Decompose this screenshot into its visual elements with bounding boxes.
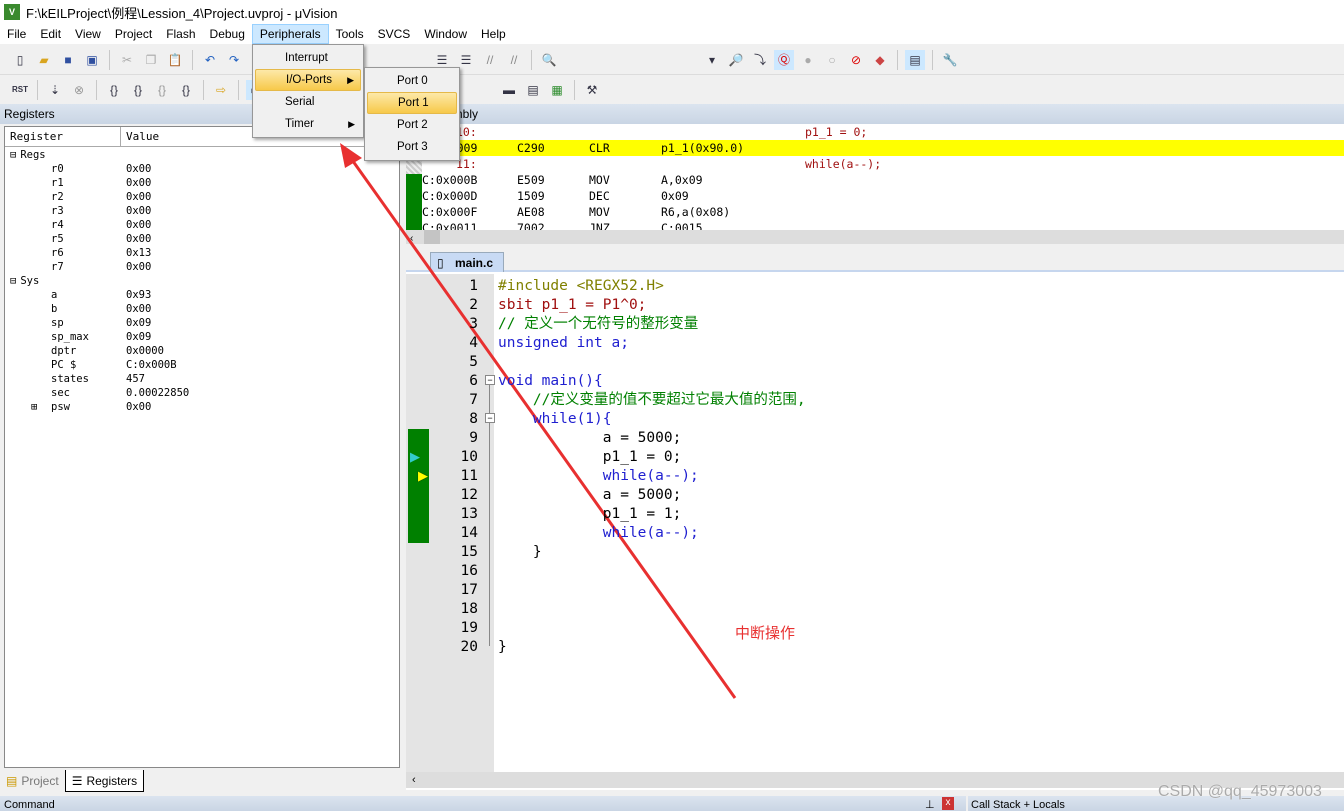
code-line[interactable]: 1 #include <REGX52.H> bbox=[406, 277, 1344, 296]
code-line[interactable]: 2 sbit p1_1 = P1^0; bbox=[406, 296, 1344, 315]
code-line[interactable]: 13 p1_1 = 1; bbox=[406, 505, 1344, 524]
code-line[interactable]: 19 bbox=[406, 619, 1344, 638]
code-text: // 定义一个无符号的整形变量 bbox=[498, 316, 699, 332]
code-text: unsigned int a; bbox=[498, 335, 629, 351]
line-number: 8 bbox=[469, 411, 478, 427]
code-line[interactable]: 7 //定义变量的值不要超过它最大值的范围, bbox=[406, 391, 1344, 410]
menu-item-port-0[interactable]: Port 0 bbox=[367, 70, 457, 92]
line-number: 1 bbox=[469, 278, 478, 294]
code-line[interactable]: 18 bbox=[406, 600, 1344, 619]
menu-item-port-1[interactable]: Port 1 bbox=[367, 92, 457, 114]
code-text: while(1){ bbox=[498, 411, 612, 427]
code-text: } bbox=[498, 544, 542, 560]
code-text: #include <REGX52.H> bbox=[498, 278, 664, 294]
code-line[interactable]: 15 } bbox=[406, 543, 1344, 562]
code-line[interactable]: 4 unsigned int a; bbox=[406, 334, 1344, 353]
submenu-arrow-icon: ▶ bbox=[348, 119, 355, 129]
menu-item-port-2[interactable]: Port 2 bbox=[367, 114, 457, 136]
code-text: sbit p1_1 = P1^0; bbox=[498, 297, 647, 313]
code-text: void main(){ bbox=[498, 373, 603, 389]
line-number: 15 bbox=[460, 544, 478, 560]
line-number: 13 bbox=[460, 506, 478, 522]
menu-item-interrupt[interactable]: Interrupt bbox=[255, 47, 361, 69]
line-number: 18 bbox=[460, 601, 478, 617]
code-line[interactable]: 6 void main(){ bbox=[406, 372, 1344, 391]
code-text: while(a--); bbox=[498, 525, 699, 541]
menu-item-port-3[interactable]: Port 3 bbox=[367, 136, 457, 158]
code-line[interactable]: 20} bbox=[406, 638, 1344, 657]
code-text: p1_1 = 0; bbox=[498, 449, 682, 465]
menu-item-io-ports[interactable]: I/O-Ports ▶ bbox=[255, 69, 361, 91]
line-number: 20 bbox=[460, 639, 478, 655]
peripherals-menu: Interrupt I/O-Ports ▶ Serial Timer ▶ bbox=[252, 44, 364, 138]
line-number: 4 bbox=[469, 335, 478, 351]
line-number: 5 bbox=[469, 354, 478, 370]
line-number: 11 bbox=[460, 468, 478, 484]
code-line[interactable]: 16 bbox=[406, 562, 1344, 581]
line-number: 7 bbox=[469, 392, 478, 408]
code-line[interactable]: 10 p1_1 = 0; bbox=[406, 448, 1344, 467]
line-number: 2 bbox=[469, 297, 478, 313]
line-number: 9 bbox=[469, 430, 478, 446]
io-ports-submenu: Port 0 Port 1 Port 2 Port 3 bbox=[364, 67, 460, 161]
code-line[interactable]: 14 while(a--); bbox=[406, 524, 1344, 543]
menu-item-timer[interactable]: Timer ▶ bbox=[255, 113, 361, 135]
line-number: 3 bbox=[469, 316, 478, 332]
code-text: //定义变量的值不要超过它最大值的范围, bbox=[498, 392, 806, 408]
line-number: 12 bbox=[460, 487, 478, 503]
code-line[interactable]: 3 // 定义一个无符号的整形变量 bbox=[406, 315, 1344, 334]
line-number: 10 bbox=[460, 449, 478, 465]
code-line[interactable]: 17 bbox=[406, 581, 1344, 600]
line-number: 17 bbox=[460, 582, 478, 598]
line-number: 6 bbox=[469, 373, 478, 389]
code-text: } bbox=[498, 639, 507, 655]
code-line[interactable]: 12 a = 5000; bbox=[406, 486, 1344, 505]
line-number: 16 bbox=[460, 563, 478, 579]
line-number: 14 bbox=[460, 525, 478, 541]
code-text: a = 5000; bbox=[498, 430, 682, 446]
menu-item-serial[interactable]: Serial bbox=[255, 91, 361, 113]
code-line[interactable]: 11 while(a--); bbox=[406, 467, 1344, 486]
code-text: p1_1 = 1; bbox=[498, 506, 682, 522]
annotation-text: 中断操作 bbox=[735, 625, 796, 642]
code-line[interactable]: 9 a = 5000; bbox=[406, 429, 1344, 448]
code-line[interactable]: 5 bbox=[406, 353, 1344, 372]
submenu-arrow-icon: ▶ bbox=[347, 75, 354, 85]
code-text: while(a--); bbox=[498, 468, 699, 484]
code-text: a = 5000; bbox=[498, 487, 682, 503]
line-number: 19 bbox=[460, 620, 478, 636]
code-line[interactable]: 8 while(1){ bbox=[406, 410, 1344, 429]
